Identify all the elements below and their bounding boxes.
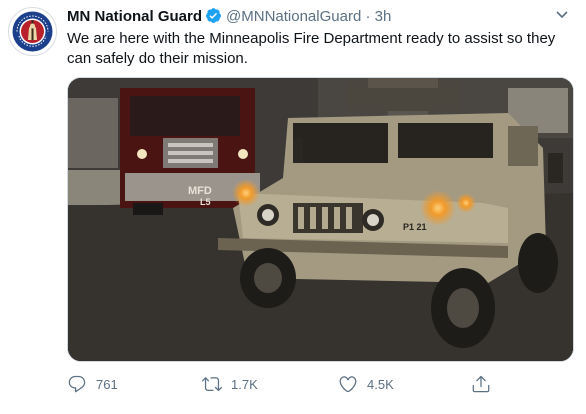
retweet-count: 1.7K [231, 376, 258, 392]
reply-icon [67, 374, 87, 394]
display-name[interactable]: MN National Guard [67, 8, 202, 25]
share-button[interactable] [471, 372, 491, 396]
avatar[interactable] [8, 7, 57, 56]
more-options-icon[interactable] [552, 8, 572, 22]
verified-badge-icon [205, 7, 222, 30]
user-handle[interactable]: @MNNationalGuard [226, 8, 361, 25]
reply-button[interactable]: 761 [67, 372, 118, 396]
minnesota-national-guard-seal-icon [10, 9, 55, 54]
vehicle-marking: P1 21 [403, 222, 427, 232]
retweet-button[interactable]: 1.7K [202, 372, 258, 396]
reply-count: 761 [96, 376, 118, 392]
like-button[interactable]: 4.5K [338, 372, 394, 396]
retweet-icon [202, 374, 222, 394]
tweet-photo[interactable]: MFD L5 P1 21 [67, 77, 574, 362]
like-count: 4.5K [367, 376, 394, 392]
tweet[interactable]: MN National Guard @MNNationalGuard · 3h W… [0, 0, 586, 414]
share-icon [471, 374, 491, 394]
truck-marking: MFD [188, 185, 212, 197]
like-icon [338, 374, 358, 394]
photo-fire-truck-and-humvee: MFD L5 P1 21 [68, 78, 573, 361]
tweet-actions: 761 1.7K 4.5K [67, 372, 577, 396]
timestamp[interactable]: 3h [375, 8, 392, 25]
tweet-header: MN National Guard @MNNationalGuard · 3h [67, 7, 391, 27]
tweet-text: We are here with the Minneapolis Fire De… [67, 30, 556, 67]
truck-number: L5 [200, 197, 211, 207]
separator-dot: · [365, 8, 371, 25]
